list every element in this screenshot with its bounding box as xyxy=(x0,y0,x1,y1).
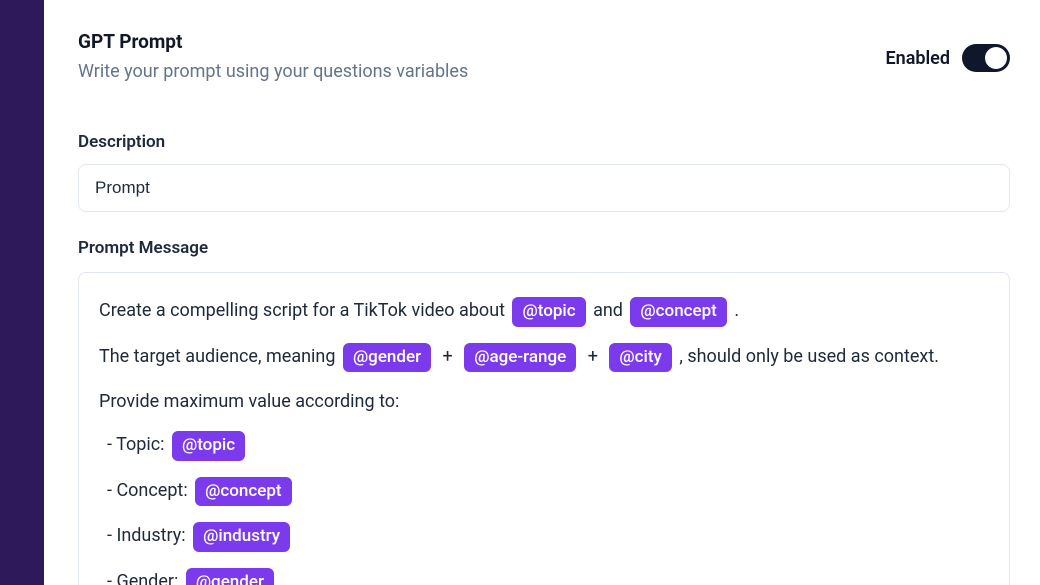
variable-gender[interactable]: @gender xyxy=(186,568,274,585)
header-row: GPT Prompt Write your prompt using your … xyxy=(78,30,1010,82)
variable-topic[interactable]: @topic xyxy=(512,297,585,327)
toggle-knob xyxy=(985,47,1007,69)
text: - Concept: xyxy=(107,480,192,501)
text: - Industry: xyxy=(107,525,190,546)
text: . xyxy=(730,300,739,321)
prompt-message-box[interactable]: Create a compelling script for a TikTok … xyxy=(78,272,1010,585)
text: - Gender: xyxy=(107,571,183,585)
enabled-toggle-wrap: Enabled xyxy=(886,30,1011,72)
prompt-message-label: Prompt Message xyxy=(78,238,1010,258)
text: + xyxy=(438,346,457,367)
variable-industry[interactable]: @industry xyxy=(193,522,290,552)
text: + xyxy=(583,346,602,367)
description-label: Description xyxy=(78,132,1010,152)
page-title: GPT Prompt xyxy=(78,30,468,53)
page-subtitle: Write your prompt using your questions v… xyxy=(78,61,468,82)
description-input[interactable] xyxy=(78,164,1010,212)
text: The target audience, meaning xyxy=(99,346,340,367)
prompt-bullet-concept: - Concept: @concept xyxy=(99,477,989,507)
prompt-line-1: Create a compelling script for a TikTok … xyxy=(99,297,989,327)
text: , should only be used as context. xyxy=(675,346,939,367)
enabled-toggle[interactable] xyxy=(962,44,1010,72)
prompt-bullet-topic: - Topic: @topic xyxy=(99,431,989,461)
variable-concept[interactable]: @concept xyxy=(630,297,726,327)
variable-city[interactable]: @city xyxy=(609,343,671,373)
variable-age-range[interactable]: @age-range xyxy=(464,343,576,373)
variable-topic[interactable]: @topic xyxy=(172,431,245,461)
variable-gender[interactable]: @gender xyxy=(343,343,431,373)
prompt-bullet-gender: - Gender: @gender xyxy=(99,568,989,585)
variable-concept[interactable]: @concept xyxy=(195,477,291,507)
enabled-label: Enabled xyxy=(886,48,951,69)
prompt-line-3: Provide maximum value according to: xyxy=(99,388,989,415)
header-left: GPT Prompt Write your prompt using your … xyxy=(78,30,468,82)
prompt-bullet-industry: - Industry: @industry xyxy=(99,522,989,552)
text: - Topic: xyxy=(107,434,169,455)
main-panel: GPT Prompt Write your prompt using your … xyxy=(44,0,1040,585)
prompt-line-2: The target audience, meaning @gender + @… xyxy=(99,343,989,373)
text: and xyxy=(589,300,628,321)
sidebar xyxy=(0,0,44,585)
text: Create a compelling script for a TikTok … xyxy=(99,300,509,321)
